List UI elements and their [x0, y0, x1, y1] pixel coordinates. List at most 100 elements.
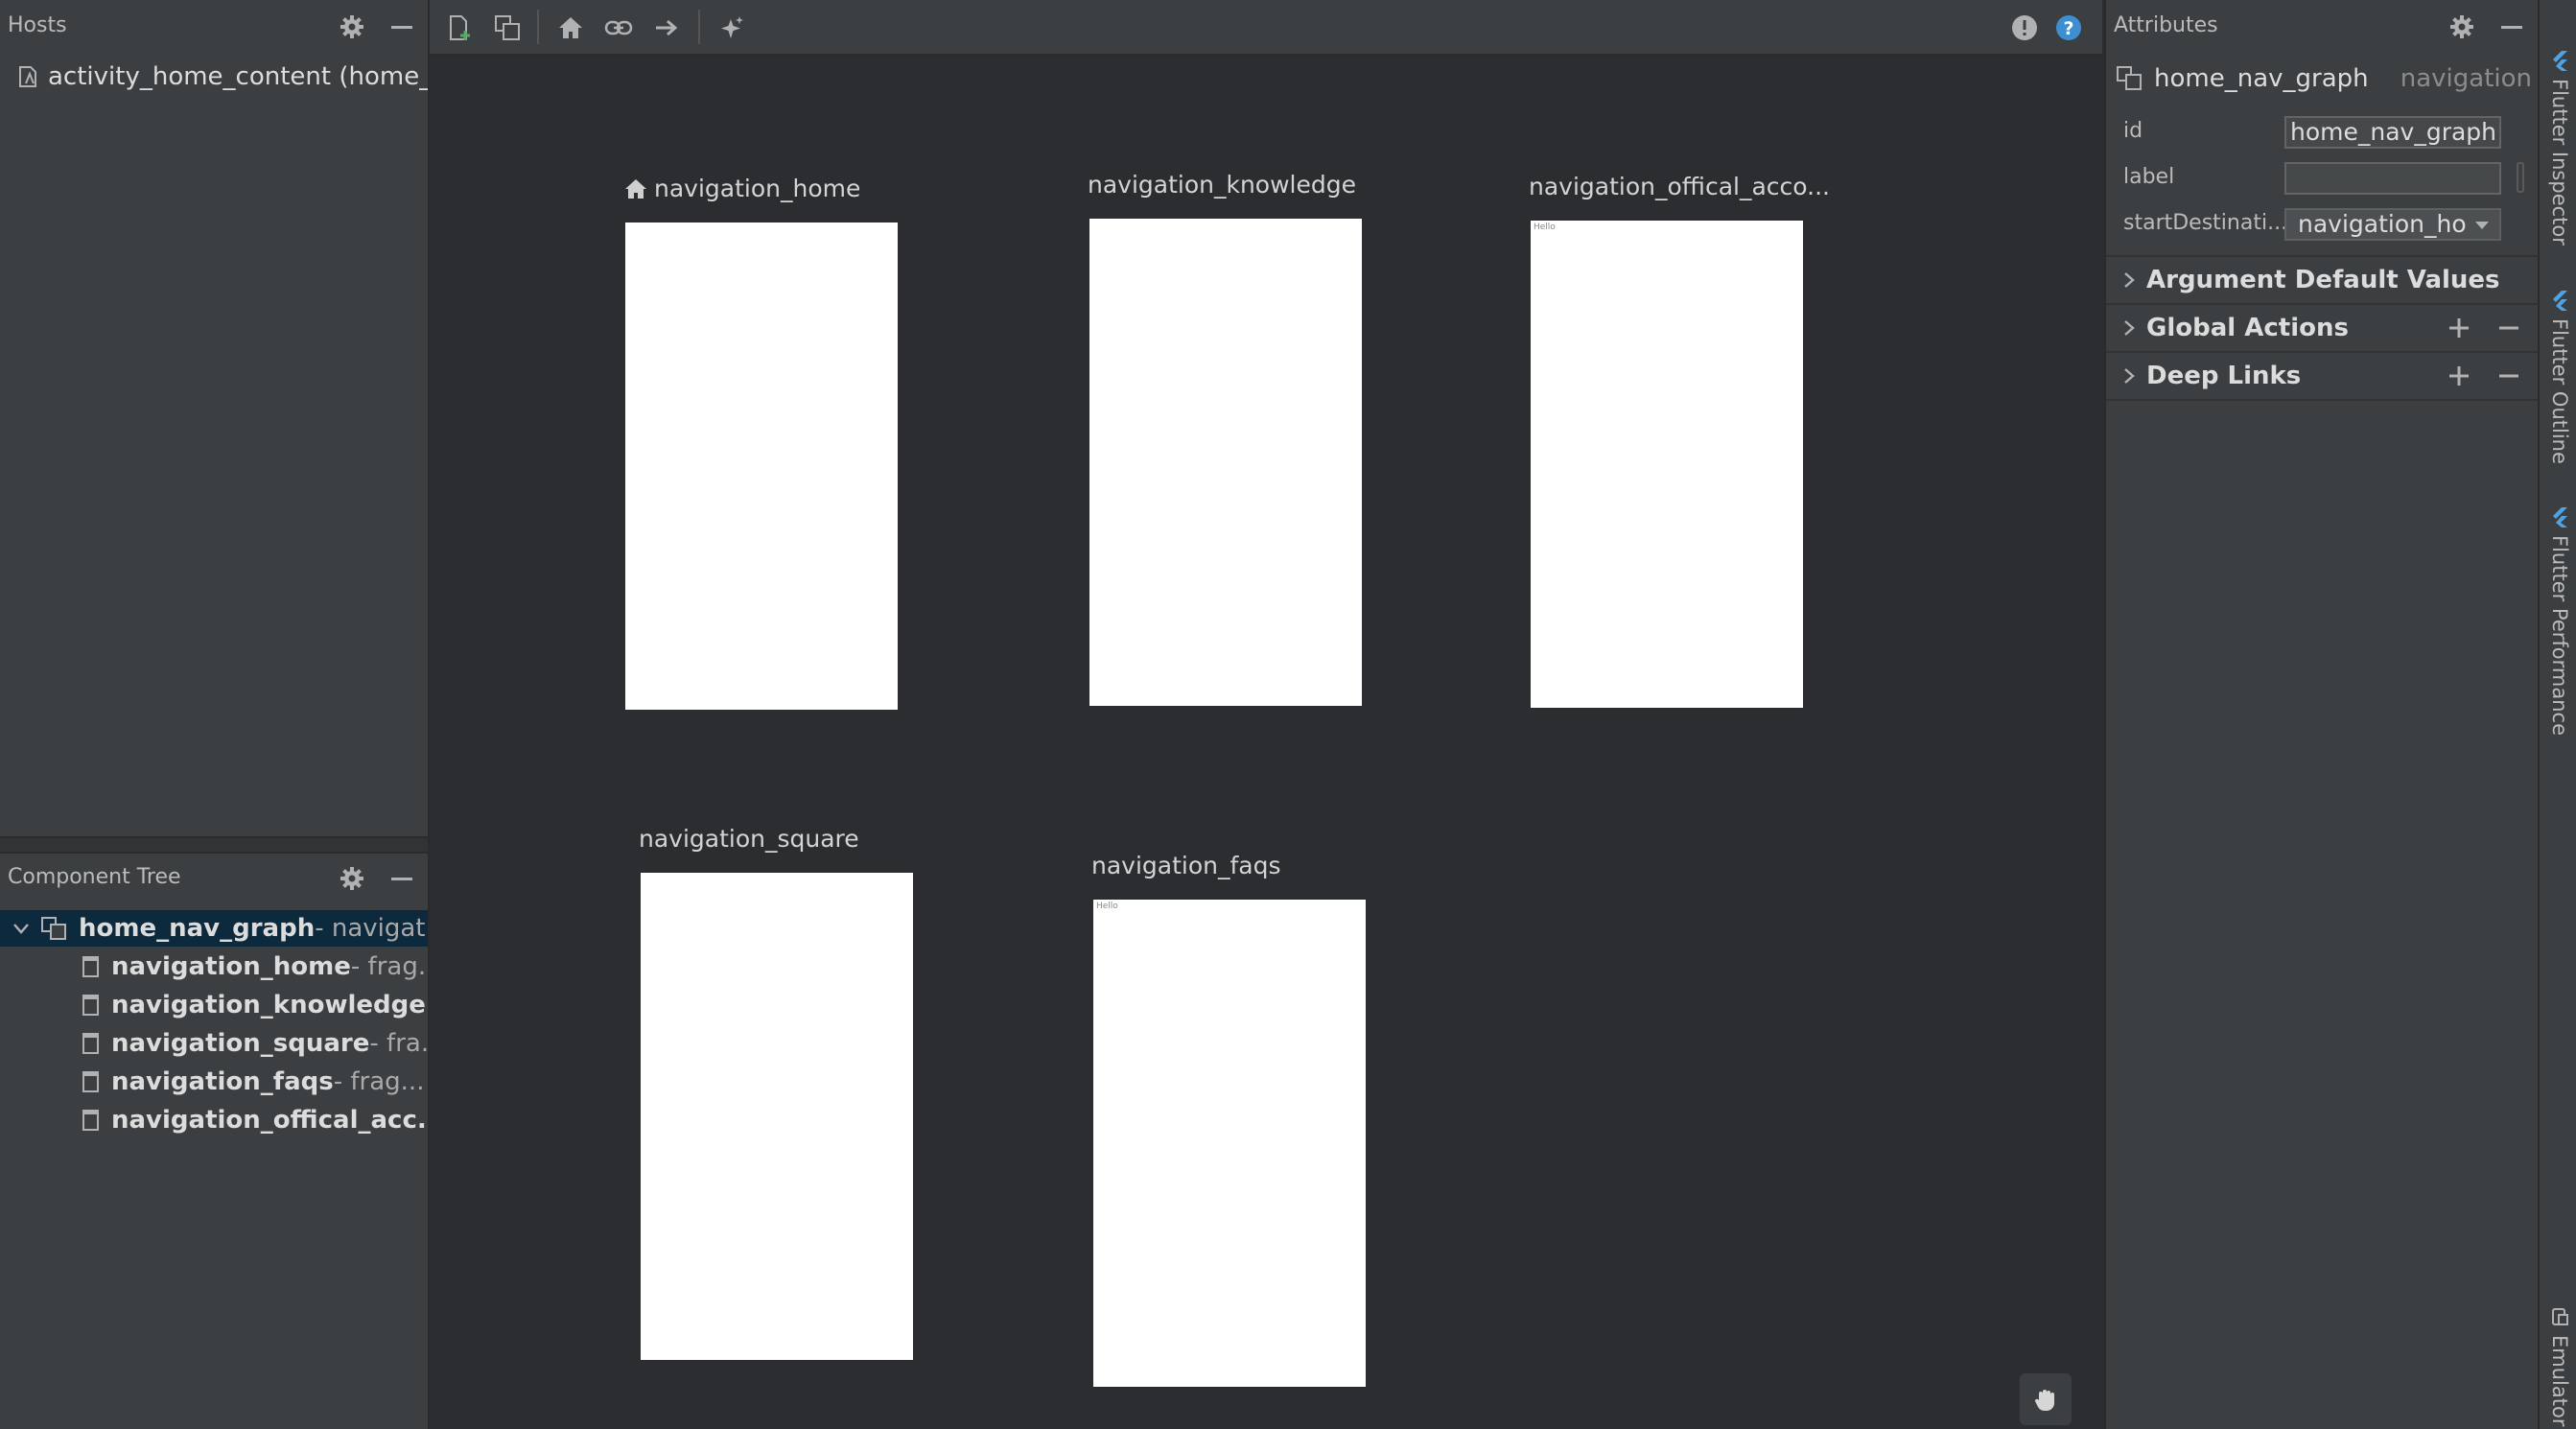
chevron-down-icon: [2474, 220, 2490, 231]
fragment-icon: [81, 1108, 102, 1133]
minus-icon[interactable]: [2495, 363, 2522, 389]
tree-row[interactable]: navigation_square - fra...: [0, 1025, 428, 1062]
deep-links-section[interactable]: Deep Links: [2106, 351, 2538, 401]
tree-item-type: - fra...: [369, 1029, 428, 1058]
destination-label-text: navigation_offical_acco...: [1529, 173, 1830, 200]
id-field[interactable]: home_nav_graph: [2284, 116, 2501, 149]
gear-icon[interactable]: [338, 12, 366, 41]
deep-link-icon[interactable]: [602, 12, 635, 44]
component-tree-title: Component Tree: [8, 865, 181, 889]
destination-label-text: navigation_home: [654, 175, 861, 202]
destination-label-text: navigation_square: [639, 825, 859, 853]
left-panel: Hosts activity_home_content (home_fra Co…: [0, 0, 430, 1429]
resource-picker-button[interactable]: [2517, 162, 2524, 193]
selected-type: navigation: [2400, 64, 2532, 93]
help-icon[interactable]: ?: [2052, 12, 2085, 44]
fragment-icon: [81, 1031, 102, 1056]
nav-graph-canvas[interactable]: navigation_home navigation_knowledge nav…: [430, 56, 2102, 1429]
plus-icon[interactable]: [2446, 315, 2472, 341]
plus-icon[interactable]: [2446, 363, 2472, 389]
chevron-right-icon: [2119, 270, 2139, 290]
tree-row[interactable]: navigation_home - frag...: [0, 949, 428, 985]
tree-root-type: - navigat...: [315, 914, 428, 943]
hosts-title: Hosts: [8, 13, 67, 37]
hosts-header: Hosts: [0, 0, 428, 54]
flutter-outline-tab[interactable]: Flutter Outline: [2545, 290, 2574, 464]
flutter-performance-tab[interactable]: Flutter Performance: [2545, 506, 2574, 736]
host-item-label: activity_home_content (home_fra: [48, 62, 428, 91]
tree-item-name: navigation_home: [111, 952, 351, 981]
tree-root-name: home_nav_graph: [79, 914, 316, 943]
tree-row[interactable]: navigation_offical_acc...: [0, 1102, 428, 1138]
section-title: Global Actions: [2146, 314, 2349, 342]
nested-graph-icon: [2116, 65, 2144, 92]
flutter-inspector-tab[interactable]: Flutter Inspector: [2545, 50, 2574, 246]
tree-row[interactable]: navigation_faqs - frag...: [0, 1064, 428, 1100]
argument-defaults-section[interactable]: Argument Default Values: [2106, 255, 2538, 303]
tool-window-strip: Flutter Inspector Flutter Outline Flutte…: [2538, 0, 2576, 1429]
auto-arrange-icon[interactable]: [715, 12, 748, 44]
toolbar-separator: [537, 10, 539, 44]
flutter-icon: [2550, 50, 2569, 71]
tree-root-row[interactable]: home_nav_graph - navigat...: [0, 910, 428, 947]
destination-label: navigation_offical_acco...: [1529, 173, 1830, 200]
strip-tab-label: Flutter Outline: [2548, 318, 2571, 464]
toolbar: ?: [430, 0, 2102, 56]
gear-icon[interactable]: [2447, 12, 2476, 41]
chevron-right-icon: [2119, 366, 2139, 386]
attributes-title: Attributes: [2114, 13, 2218, 37]
tree-item-type: ...: [426, 991, 428, 1019]
start-destination-select[interactable]: navigation_ho: [2284, 208, 2501, 241]
attributes-header: Attributes: [2106, 0, 2538, 54]
tree-item-name: navigation_knowledge: [111, 991, 426, 1019]
id-label: id: [2123, 119, 2143, 143]
nested-graph-icon: [40, 916, 69, 941]
destination-screen[interactable]: [641, 873, 913, 1360]
host-item[interactable]: activity_home_content (home_fra: [15, 59, 428, 94]
start-destination-label: startDestinati...: [2123, 211, 2288, 235]
warning-icon[interactable]: [2008, 12, 2041, 44]
preview-text: Hello: [1534, 223, 1556, 232]
tree-item-type: - frag...: [333, 1067, 425, 1096]
minimize-icon[interactable]: [387, 12, 416, 41]
nested-graph-icon[interactable]: [491, 12, 524, 44]
toolbar-separator: [698, 10, 700, 44]
new-destination-icon[interactable]: [443, 12, 476, 44]
chevron-right-icon: [2119, 318, 2139, 338]
destination-label: navigation_home: [623, 175, 860, 202]
emulator-tab[interactable]: Emulator: [2545, 1306, 2574, 1426]
gear-icon[interactable]: [338, 864, 366, 893]
hand-icon: [2031, 1385, 2060, 1414]
minimize-icon[interactable]: [2497, 12, 2526, 41]
tree-row[interactable]: navigation_knowledge ...: [0, 987, 428, 1023]
action-arrow-icon[interactable]: [650, 12, 683, 44]
label-label: label: [2123, 165, 2175, 189]
flutter-icon: [2550, 506, 2569, 527]
strip-tab-label: Flutter Performance: [2548, 535, 2571, 736]
destination-label: navigation_faqs: [1091, 852, 1281, 879]
section-title: Deep Links: [2146, 362, 2302, 390]
selected-component-header: home_nav_graph navigation: [2116, 61, 2538, 96]
section-title: Argument Default Values: [2146, 266, 2500, 294]
minimize-icon[interactable]: [387, 864, 416, 893]
label-field[interactable]: [2284, 162, 2501, 195]
destination-screen[interactable]: [625, 223, 898, 710]
minus-icon[interactable]: [2495, 315, 2522, 341]
fragment-icon: [81, 954, 102, 979]
pan-hand-button[interactable]: [2020, 1373, 2072, 1425]
chevron-down-icon[interactable]: [12, 919, 31, 938]
preview-text: Hello: [1096, 902, 1118, 911]
destination-screen[interactable]: Hello: [1093, 900, 1366, 1387]
tree-item-name: navigation_square: [111, 1029, 370, 1058]
fragment-icon: [81, 993, 102, 1018]
destination-screen[interactable]: Hello: [1531, 221, 1803, 708]
destination-label-text: navigation_knowledge: [1088, 171, 1356, 199]
fragment-icon: [81, 1069, 102, 1094]
strip-tab-label: Flutter Inspector: [2548, 79, 2571, 246]
tree-item-type: - frag...: [350, 952, 428, 981]
home-icon[interactable]: [554, 12, 587, 44]
destination-screen[interactable]: [1089, 219, 1362, 706]
selected-name: home_nav_graph: [2154, 64, 2369, 93]
global-actions-section[interactable]: Global Actions: [2106, 303, 2538, 351]
emulator-icon: [2550, 1306, 2569, 1327]
